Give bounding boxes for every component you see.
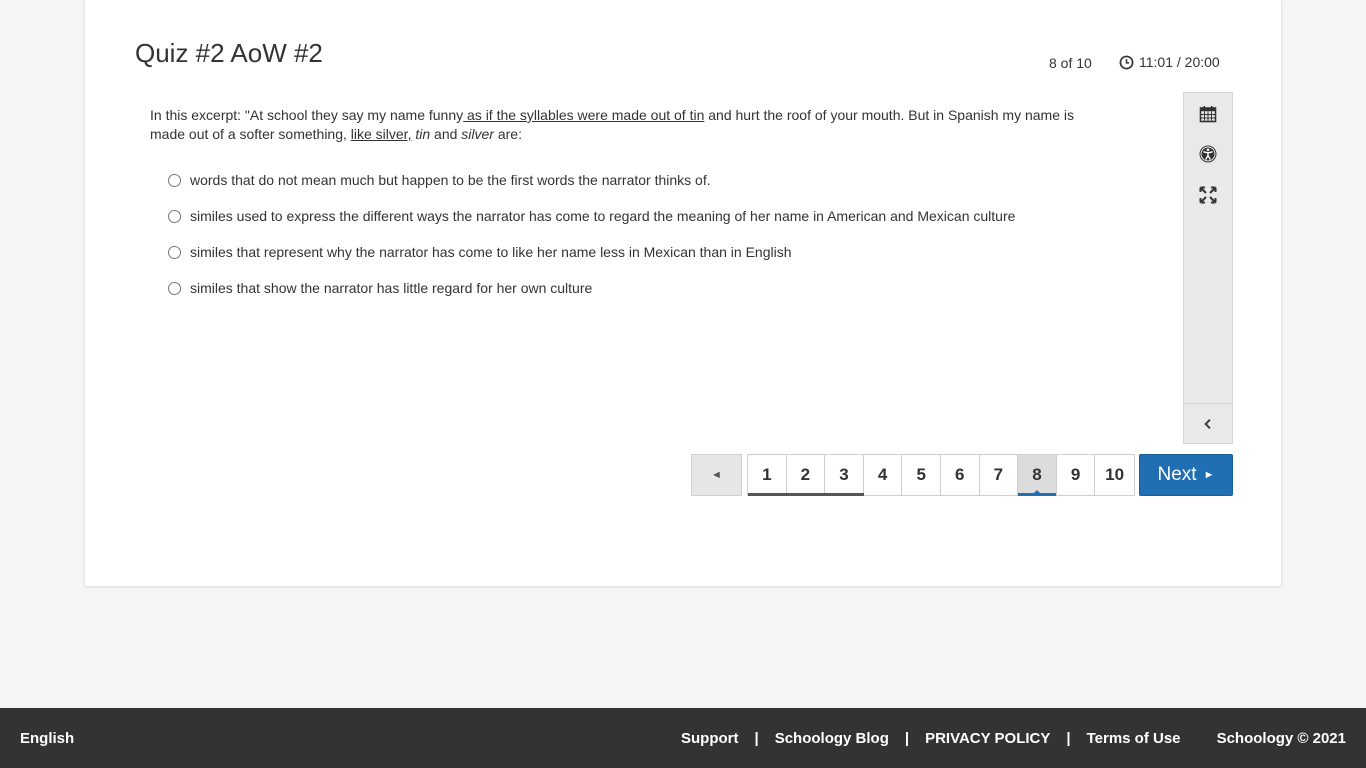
terms-of-use-link[interactable]: Terms of Use bbox=[1087, 730, 1181, 747]
collapse-tools-button[interactable] bbox=[1184, 403, 1232, 443]
answer-label: words that do not mean much but happen t… bbox=[190, 172, 711, 188]
radio-button[interactable] bbox=[168, 281, 181, 295]
page-button-1[interactable]: 1 bbox=[748, 455, 787, 496]
previous-button[interactable]: ◄ bbox=[691, 454, 742, 496]
page-button-4[interactable]: 4 bbox=[863, 455, 903, 495]
calendar-icon bbox=[1199, 106, 1217, 123]
page-button-7[interactable]: 7 bbox=[979, 455, 1019, 495]
next-arrow-icon: ► bbox=[1203, 469, 1215, 481]
accessibility-button[interactable] bbox=[1184, 134, 1232, 174]
blog-link[interactable]: Schoology Blog bbox=[775, 730, 889, 747]
question-pager: 1 2 3 4 5 6 7 8 9 10 bbox=[747, 454, 1135, 496]
answer-list: words that do not mean much but happen t… bbox=[168, 162, 1015, 306]
question-progress: 8 of 10 bbox=[1049, 55, 1092, 71]
answer-label: similes that show the narrator has littl… bbox=[190, 280, 593, 296]
footer-separator: | bbox=[1066, 730, 1071, 747]
privacy-policy-link[interactable]: PRIVACY POLICY bbox=[925, 730, 1050, 747]
answer-option-1[interactable]: words that do not mean much but happen t… bbox=[168, 162, 1015, 198]
answer-option-3[interactable]: similes that represent why the narrator … bbox=[168, 234, 1015, 270]
page-button-3[interactable]: 3 bbox=[825, 455, 864, 496]
clock-icon bbox=[1119, 55, 1134, 69]
radio-button[interactable] bbox=[168, 245, 181, 259]
radio-button[interactable] bbox=[168, 173, 181, 187]
copyright: Schoology © 2021 bbox=[1216, 730, 1346, 747]
next-button[interactable]: Next ► bbox=[1139, 454, 1233, 496]
quiz-tools-panel bbox=[1183, 92, 1233, 444]
quiz-card: Quiz #2 AoW #2 8 of 10 11:01 / 20:00 In … bbox=[84, 0, 1282, 587]
footer-links: Support | Schoology Blog | PRIVACY POLIC… bbox=[681, 730, 1181, 747]
site-footer: English Support | Schoology Blog | PRIVA… bbox=[0, 708, 1366, 768]
page-button-5[interactable]: 5 bbox=[902, 455, 941, 495]
page-button-9[interactable]: 9 bbox=[1056, 455, 1096, 495]
answer-label: similes used to express the different wa… bbox=[190, 208, 1016, 224]
previous-arrow-icon: ◄ bbox=[711, 469, 722, 481]
next-label: Next bbox=[1157, 464, 1197, 485]
page-button-8[interactable]: 8 bbox=[1018, 455, 1057, 496]
support-link[interactable]: Support bbox=[681, 730, 739, 747]
fullscreen-button[interactable] bbox=[1184, 175, 1232, 215]
answer-option-2[interactable]: similes used to express the different wa… bbox=[168, 198, 1015, 234]
page-button-6[interactable]: 6 bbox=[940, 455, 980, 495]
calendar-button[interactable] bbox=[1184, 94, 1232, 134]
footer-separator: | bbox=[754, 730, 759, 747]
page-button-10[interactable]: 10 bbox=[1095, 455, 1134, 495]
accessibility-icon bbox=[1199, 145, 1217, 163]
footer-separator: | bbox=[904, 730, 910, 747]
chevron-left-icon bbox=[1204, 418, 1211, 429]
quiz-title: Quiz #2 AoW #2 bbox=[135, 38, 323, 68]
radio-button[interactable] bbox=[168, 209, 181, 223]
answer-label: similes that represent why the narrator … bbox=[190, 244, 792, 260]
answer-option-4[interactable]: similes that show the narrator has littl… bbox=[168, 270, 1015, 306]
page-button-2[interactable]: 2 bbox=[786, 455, 826, 496]
timer-text: 11:01 / 20:00 bbox=[1139, 54, 1220, 70]
fullscreen-icon bbox=[1199, 186, 1217, 204]
language-selector[interactable]: English bbox=[20, 730, 74, 747]
quiz-timer: 11:01 / 20:00 bbox=[1119, 54, 1220, 70]
question-prompt: In this excerpt: "At school they say my … bbox=[150, 107, 1074, 142]
